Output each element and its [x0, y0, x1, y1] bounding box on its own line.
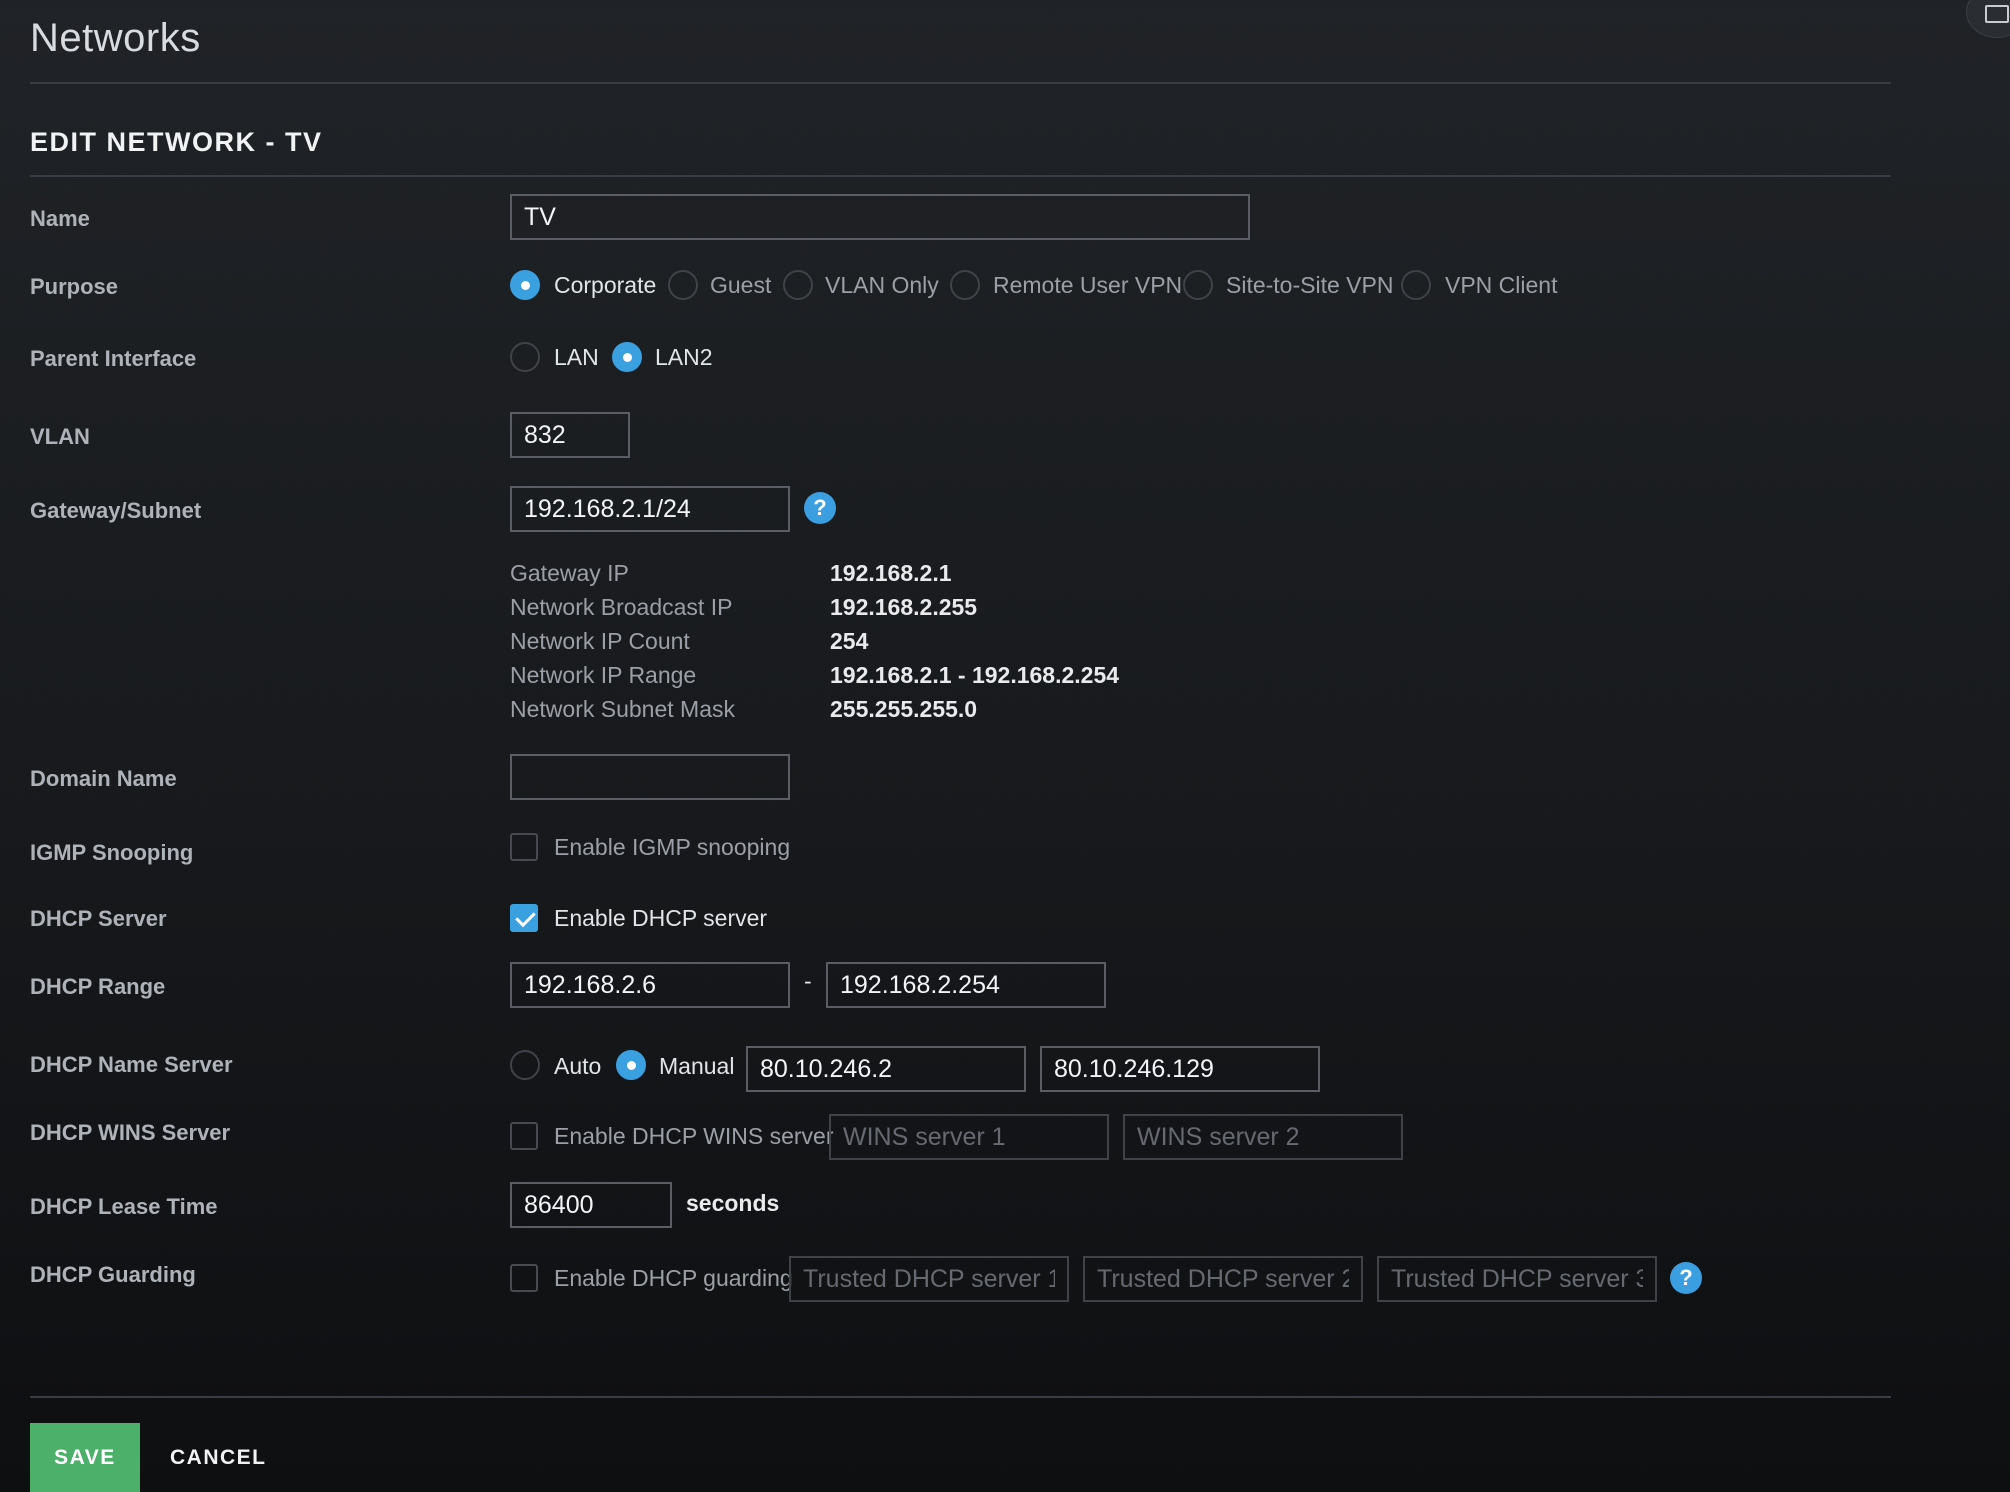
purpose-radio-vlan-only[interactable]: [783, 270, 813, 300]
dns-option-manual: Manual: [659, 1053, 735, 1079]
dhcp-lease-time-input[interactable]: [510, 1182, 672, 1228]
ip-count-label: Network IP Count: [510, 628, 690, 654]
question-icon[interactable]: ?: [1670, 1262, 1702, 1294]
dns-radio-manual[interactable]: [616, 1050, 646, 1080]
parent-interface-label: Parent Interface: [30, 346, 197, 371]
purpose-radio-remote-user-vpn[interactable]: [950, 270, 980, 300]
dhcp-server-checkbox-label: Enable DHCP server: [554, 905, 768, 931]
dns-server-1-input[interactable]: [746, 1046, 1026, 1092]
dhcp-name-server-label: DHCP Name Server: [30, 1052, 233, 1077]
trusted-dhcp-server-1-input[interactable]: [789, 1256, 1069, 1302]
parent-interface-option-lan: LAN: [554, 344, 599, 370]
purpose-option-vlan-only: VLAN Only: [825, 272, 939, 298]
dhcp-lease-time-label: DHCP Lease Time: [30, 1194, 218, 1219]
section-title: EDIT NETWORK - TV: [30, 127, 323, 157]
trusted-dhcp-server-3-input[interactable]: [1377, 1256, 1657, 1302]
subnet-mask-value: 255.255.255.0: [830, 696, 978, 722]
igmp-snooping-checkbox[interactable]: [510, 833, 538, 861]
dhcp-wins-checkbox-label: Enable DHCP WINS server: [554, 1123, 834, 1149]
page-title: Networks: [30, 16, 201, 60]
dhcp-guarding-label: DHCP Guarding: [30, 1262, 196, 1287]
dhcp-lease-time-unit: seconds: [686, 1190, 780, 1216]
parent-interface-radio-lan2[interactable]: [612, 342, 642, 372]
dhcp-range-separator: -: [804, 968, 812, 994]
vlan-input[interactable]: [510, 412, 630, 458]
dns-server-2-input[interactable]: [1040, 1046, 1320, 1092]
dhcp-wins-server-label: DHCP WINS Server: [30, 1120, 231, 1145]
dhcp-guarding-checkbox[interactable]: [510, 1264, 538, 1292]
ip-range-value: 192.168.2.1 - 192.168.2.254: [830, 662, 1120, 688]
corner-menu-button[interactable]: [1966, 0, 2010, 38]
purpose-option-site-to-site-vpn: Site-to-Site VPN: [1226, 272, 1394, 298]
subnet-mask-label: Network Subnet Mask: [510, 696, 735, 722]
dhcp-range-label: DHCP Range: [30, 974, 166, 999]
dns-radio-auto[interactable]: [510, 1050, 540, 1080]
question-icon[interactable]: ?: [804, 492, 836, 524]
gateway-subnet-input[interactable]: [510, 486, 790, 532]
trusted-dhcp-server-2-input[interactable]: [1083, 1256, 1363, 1302]
domain-name-label: Domain Name: [30, 766, 177, 791]
header-divider: [30, 82, 1891, 84]
parent-interface-radio-lan[interactable]: [510, 342, 540, 372]
purpose-option-guest: Guest: [710, 272, 772, 298]
purpose-radio-site-to-site-vpn[interactable]: [1183, 270, 1213, 300]
parent-interface-option-lan2: LAN2: [655, 344, 713, 370]
dhcp-range-start-input[interactable]: [510, 962, 790, 1008]
igmp-snooping-checkbox-label: Enable IGMP snooping: [554, 834, 791, 860]
domain-name-input[interactable]: [510, 754, 790, 800]
ip-count-value: 254: [830, 628, 869, 654]
vlan-label: VLAN: [30, 424, 90, 449]
name-input[interactable]: [510, 194, 1250, 240]
igmp-snooping-label: IGMP Snooping: [30, 840, 194, 865]
save-button[interactable]: SAVE: [30, 1423, 140, 1492]
wins-server-1-input[interactable]: [829, 1114, 1109, 1160]
dhcp-wins-checkbox[interactable]: [510, 1122, 538, 1150]
purpose-option-corporate: Corporate: [554, 272, 657, 298]
purpose-option-vpn-client: VPN Client: [1445, 272, 1558, 298]
purpose-radio-vpn-client[interactable]: [1401, 270, 1431, 300]
section-divider: [30, 175, 1891, 177]
gateway-subnet-label: Gateway/Subnet: [30, 498, 202, 523]
purpose-radio-guest[interactable]: [668, 270, 698, 300]
dhcp-guarding-checkbox-label: Enable DHCP guarding: [554, 1265, 793, 1291]
dns-option-auto: Auto: [554, 1053, 602, 1079]
broadcast-ip-value: 192.168.2.255: [830, 594, 978, 620]
purpose-label: Purpose: [30, 274, 119, 299]
panel-icon: [1985, 5, 2009, 23]
name-label: Name: [30, 206, 90, 231]
purpose-radio-corporate[interactable]: [510, 270, 540, 300]
footer-divider: [30, 1396, 1891, 1398]
purpose-option-remote-user-vpn: Remote User VPN: [993, 272, 1183, 298]
dhcp-range-end-input[interactable]: [826, 962, 1106, 1008]
ip-range-label: Network IP Range: [510, 662, 697, 688]
gateway-ip-label: Gateway IP: [510, 560, 629, 586]
dhcp-server-checkbox[interactable]: [510, 904, 538, 932]
broadcast-ip-label: Network Broadcast IP: [510, 594, 733, 620]
gateway-ip-value: 192.168.2.1: [830, 560, 952, 586]
cancel-button[interactable]: CANCEL: [170, 1423, 290, 1492]
wins-server-2-input[interactable]: [1123, 1114, 1403, 1160]
dhcp-server-label: DHCP Server: [30, 906, 167, 931]
